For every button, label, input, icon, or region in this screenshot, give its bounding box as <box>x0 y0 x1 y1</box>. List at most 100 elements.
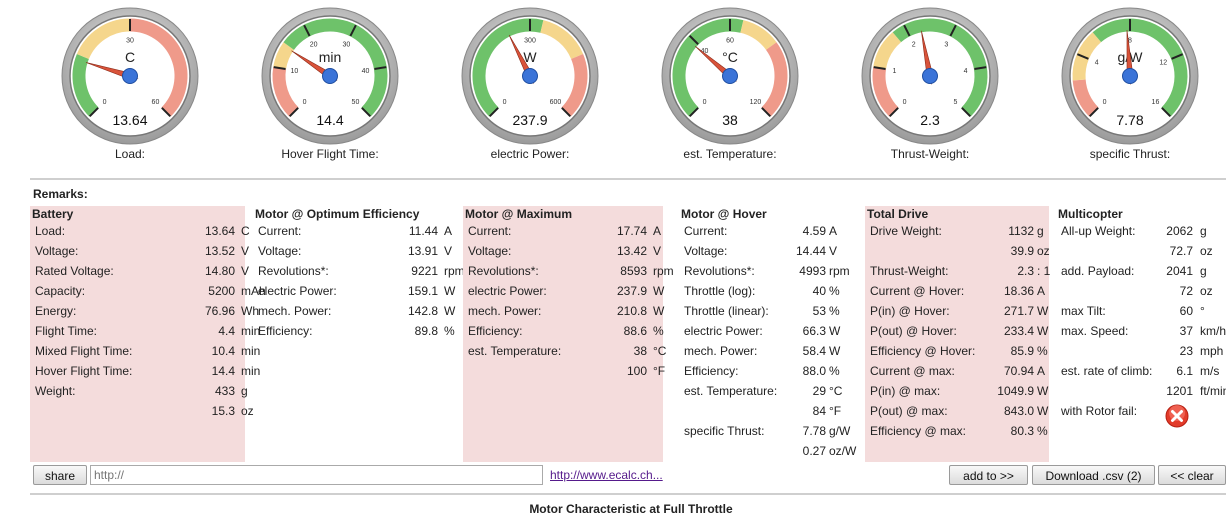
row-label: electric Power: <box>684 324 763 338</box>
share-button[interactable]: share <box>33 465 87 485</box>
gauge-tick-label: 12 <box>1159 60 1167 67</box>
data-row: Current @ Hover: 18.36 A <box>870 283 1049 303</box>
row-label: mech. Power: <box>684 344 758 358</box>
row-label: Efficiency @ max: <box>870 424 966 438</box>
row-unit: oz <box>1037 244 1050 258</box>
gauge-tick-label: 120 <box>750 99 762 106</box>
row-unit: W <box>1037 304 1049 318</box>
row-unit: V <box>653 244 662 258</box>
clear-button[interactable]: << clear <box>1158 465 1226 485</box>
gauge-tick-label: 4 <box>1095 60 1099 67</box>
gauge-tick-label: 50 <box>352 99 360 106</box>
row-unit: : 1 <box>1037 264 1051 278</box>
row-label: Rated Voltage: <box>35 264 114 278</box>
row-value: 159.1 <box>407 284 438 298</box>
row-unit: W <box>1037 384 1049 398</box>
gauge-panel: 0 30 60 C 13.64 Load: 0 10 20 30 40 50 min 14.4 Hover … <box>0 0 1226 175</box>
gauge-value: 237.9 <box>512 112 547 128</box>
row-label: specific Thrust: <box>684 424 765 438</box>
data-row: mech. Power: 58.4 W <box>684 343 851 363</box>
row-label: Voltage: <box>258 244 302 258</box>
gauge-hub <box>922 68 938 84</box>
row-value: 18.36 <box>1003 284 1034 298</box>
row-label: est. Temperature: <box>468 344 562 358</box>
row-unit: % <box>444 324 455 338</box>
row-value: 1201 <box>1166 384 1193 398</box>
row-unit: g <box>241 384 248 398</box>
download-csv-button[interactable]: Download .csv (2) <box>1032 465 1155 485</box>
add-to-button[interactable]: add to >> <box>949 465 1028 485</box>
row-unit: A <box>1037 364 1046 378</box>
data-row: Efficiency @ max: 80.3% <box>870 423 1049 443</box>
gauge-tick-label: 10 <box>291 68 299 75</box>
share-url-input[interactable] <box>90 465 543 485</box>
row-value: 13.91 <box>407 244 438 258</box>
row-label: with Rotor fail: <box>1061 404 1138 418</box>
row-value: 271.7 <box>1003 304 1034 318</box>
row-label: Throttle (linear): <box>684 304 769 318</box>
row-unit: % <box>829 284 840 298</box>
row-value: 433 <box>214 384 235 398</box>
row-label: Throttle (log): <box>684 284 756 298</box>
row-value: 14.80 <box>204 264 235 278</box>
gauge-tick-label: 0 <box>303 99 307 106</box>
gauge-hub <box>1122 68 1138 84</box>
gauge-tick-label: 2 <box>912 41 916 48</box>
row-label: Efficiency: <box>468 324 523 338</box>
row-label: Capacity: <box>35 284 86 298</box>
data-row: Efficiency: 88.0% <box>684 363 851 383</box>
gauge-hub <box>122 68 138 84</box>
row-value: 4.4 <box>218 324 235 338</box>
data-row: Efficiency @ Hover: 85.9% <box>870 343 1049 363</box>
row-label: Current: <box>684 224 728 238</box>
row-unit: A <box>444 224 453 238</box>
data-row: 1201 ft/min <box>1061 383 1226 403</box>
data-row: Current @ max: 70.94 A <box>870 363 1049 383</box>
row-label: Load: <box>35 224 66 238</box>
row-value: 53 <box>812 304 826 318</box>
gauge-value: 38 <box>722 112 738 128</box>
gauge-value: 7.78 <box>1116 112 1143 128</box>
row-label: Efficiency @ Hover: <box>870 344 976 358</box>
row-label: max. Speed: <box>1061 324 1129 338</box>
gauge-tick-label: 40 <box>362 68 370 75</box>
row-label: Voltage: <box>468 244 512 258</box>
row-label: electric Power: <box>258 284 337 298</box>
section-total-drive: Total Drive Drive Weight: 1132 g 39.9 oz Thrus… <box>865 206 1051 462</box>
gauge-hub <box>322 68 338 84</box>
gauge-tick-label: 60 <box>152 99 160 106</box>
row-label: Weight: <box>35 384 76 398</box>
row-value: 15.3 <box>211 404 235 418</box>
row-label: max Tilt: <box>1061 304 1106 318</box>
row-label: All-up Weight: <box>1061 224 1136 238</box>
data-row: Flight Time: 4.4 min <box>35 323 260 343</box>
data-row: Throttle (linear): 53% <box>684 303 851 323</box>
row-unit: g <box>1200 264 1207 278</box>
row-unit: rpm <box>829 264 850 278</box>
row-value: 233.4 <box>1003 324 1034 338</box>
data-row: Hover Flight Time: 14.4 min <box>35 363 260 383</box>
gauge-temp: 0 40 60 120 °C 38 <box>660 6 800 146</box>
row-value: 210.8 <box>616 304 647 318</box>
data-row: Throttle (log): 40% <box>684 283 851 303</box>
section-motor-maximum: Motor @ Maximum Current: 17.74 A Voltage: 13.… <box>463 206 674 462</box>
row-label: P(out) @ max: <box>870 404 948 418</box>
gauge-caption: Thrust-Weight: <box>890 147 970 161</box>
gauge-hub <box>522 68 538 84</box>
row-value: 1132 <box>1008 224 1034 238</box>
gauge-value: 13.64 <box>112 112 147 128</box>
row-unit: °C <box>653 344 667 358</box>
row-value: 237.9 <box>616 284 647 298</box>
gauge-spec: 0481216g/W7.78 <box>1060 6 1200 146</box>
data-row: Thrust-Weight: 2.3: 1 <box>870 263 1051 283</box>
gauge-caption: Hover Flight Time: <box>281 147 379 161</box>
row-value: 89.8 <box>414 324 438 338</box>
ecalc-link[interactable]: http://www.ecalc.ch... <box>550 468 663 482</box>
row-value: 85.9 <box>1010 344 1034 358</box>
row-value: 88.6 <box>623 324 647 338</box>
row-value: 66.3 <box>802 324 826 338</box>
row-unit: W <box>653 304 665 318</box>
data-row: Drive Weight: 1132 g <box>870 223 1049 243</box>
row-value: 72.7 <box>1169 244 1193 258</box>
row-value: 39.9 <box>1010 244 1034 258</box>
